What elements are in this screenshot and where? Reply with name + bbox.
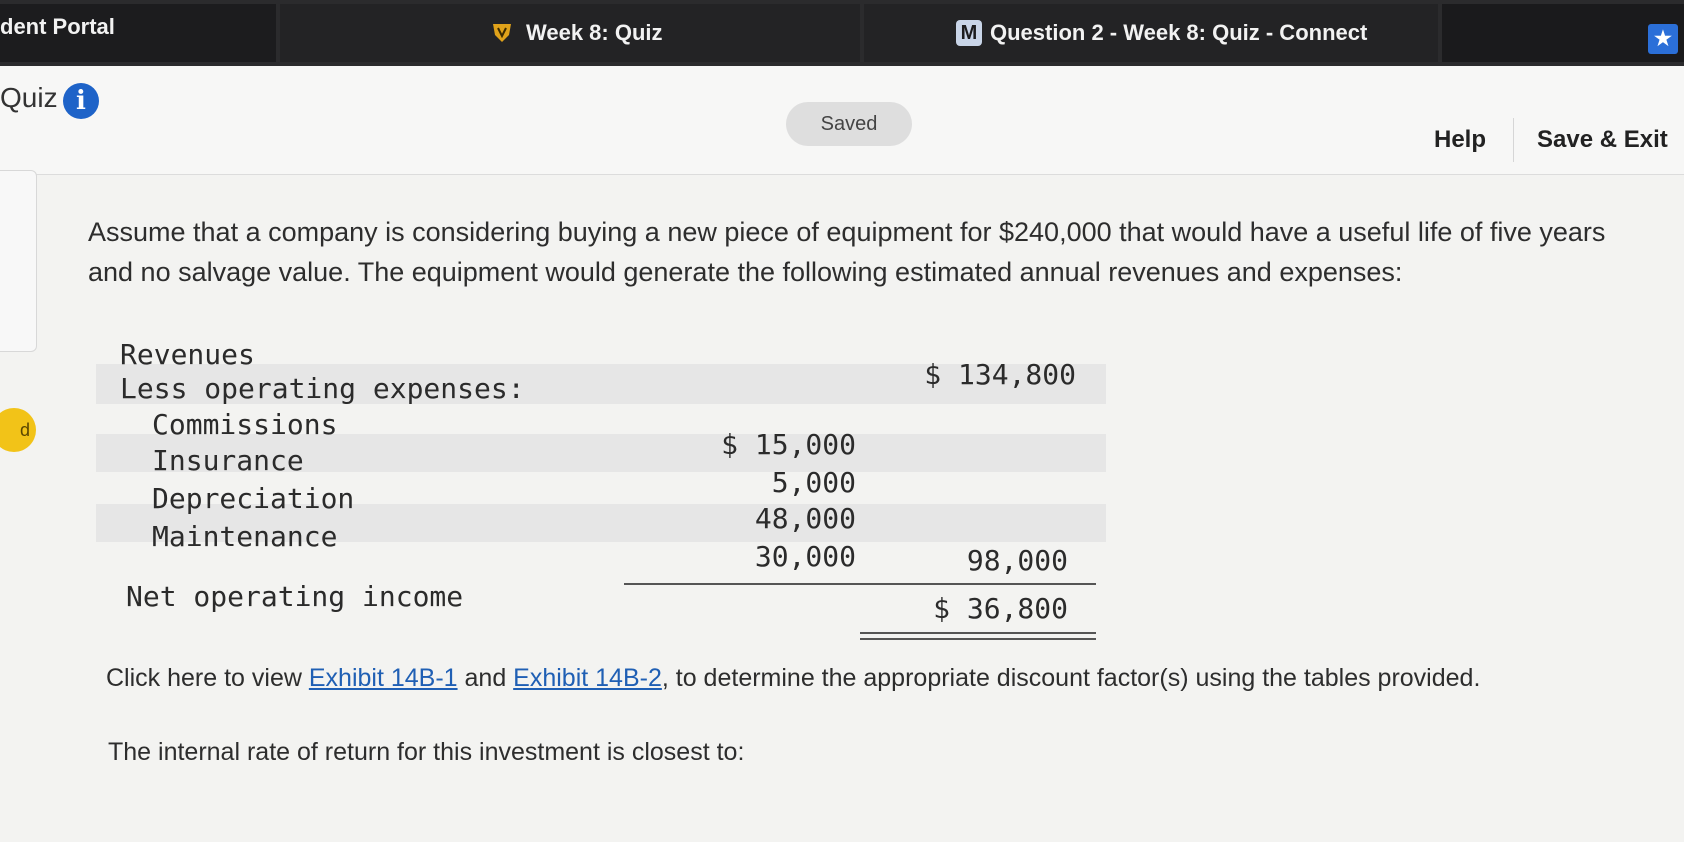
total-expenses-value: 98,000 [966, 544, 1068, 577]
page-title: Quiz [0, 82, 58, 113]
info-icon[interactable]: i [63, 83, 99, 119]
double-rule-top [860, 632, 1096, 634]
tab-label: dent Portal [0, 14, 115, 39]
link-suffix: , to determine the appropriate discount … [661, 664, 1481, 692]
tab-label: Question 2 - Week 8: Quiz - Connect [990, 20, 1368, 45]
less-expenses-label: Less operating expenses: [120, 372, 525, 405]
link-prefix: Click here to view [106, 664, 309, 692]
tab-label: Week 8: Quiz [526, 20, 663, 45]
expense-value: 48,000 [754, 502, 856, 535]
star-icon[interactable]: ★ [1648, 24, 1678, 54]
quiz-header: Quiz i Saved Help Save & Exit [0, 66, 1684, 175]
noi-value: $ 36,800 [933, 592, 1068, 625]
tab-question-2[interactable]: M Question 2 - Week 8: Quiz - Connect [864, 4, 1438, 62]
tab-week-8-quiz[interactable]: Week 8: Quiz [280, 4, 860, 62]
shield-logo-icon [493, 24, 511, 42]
noi-label: Net operating income [126, 580, 464, 613]
exhibit-instructions: Click here to view Exhibit 14B-1 and Exh… [106, 664, 1480, 693]
saved-status-badge: Saved [786, 102, 912, 146]
double-rule-bottom [860, 638, 1096, 640]
link-mid: and [457, 664, 514, 692]
expense-label: Depreciation [152, 482, 355, 515]
expense-label: Insurance [152, 444, 304, 477]
tab-student-portal[interactable]: dent Portal [0, 4, 276, 62]
question-nav-panel[interactable] [0, 170, 37, 352]
question-intro: Assume that a company is considering buy… [88, 217, 1606, 287]
exhibit-14b-1-link[interactable]: Exhibit 14B-1 [309, 664, 458, 692]
connect-logo-icon: M [956, 20, 982, 46]
revenues-label: Revenues [120, 338, 255, 371]
subtotal-rule [624, 583, 1096, 585]
question-status-indicator[interactable]: d [0, 408, 36, 452]
expense-value: $ 15,000 [721, 428, 856, 461]
tab-empty[interactable]: ★ [1442, 4, 1684, 62]
revenues-value: $ 134,800 [924, 358, 1076, 391]
income-statement-table: Revenues $ 134,800 Less operating expens… [96, 332, 1106, 642]
help-button[interactable]: Help [1434, 126, 1486, 154]
save-exit-button[interactable]: Save & Exit [1537, 126, 1668, 154]
question-prompt: The internal rate of return for this inv… [108, 738, 745, 766]
exhibit-14b-2-link[interactable]: Exhibit 14B-2 [513, 664, 662, 692]
expense-value: 5,000 [771, 466, 856, 499]
expense-value: 30,000 [754, 540, 856, 573]
browser-tab-bar: dent Portal Week 8: Quiz M Question 2 - … [0, 0, 1684, 66]
expense-label: Maintenance [152, 520, 338, 553]
header-divider [1513, 118, 1514, 162]
expense-label: Commissions [152, 408, 338, 441]
